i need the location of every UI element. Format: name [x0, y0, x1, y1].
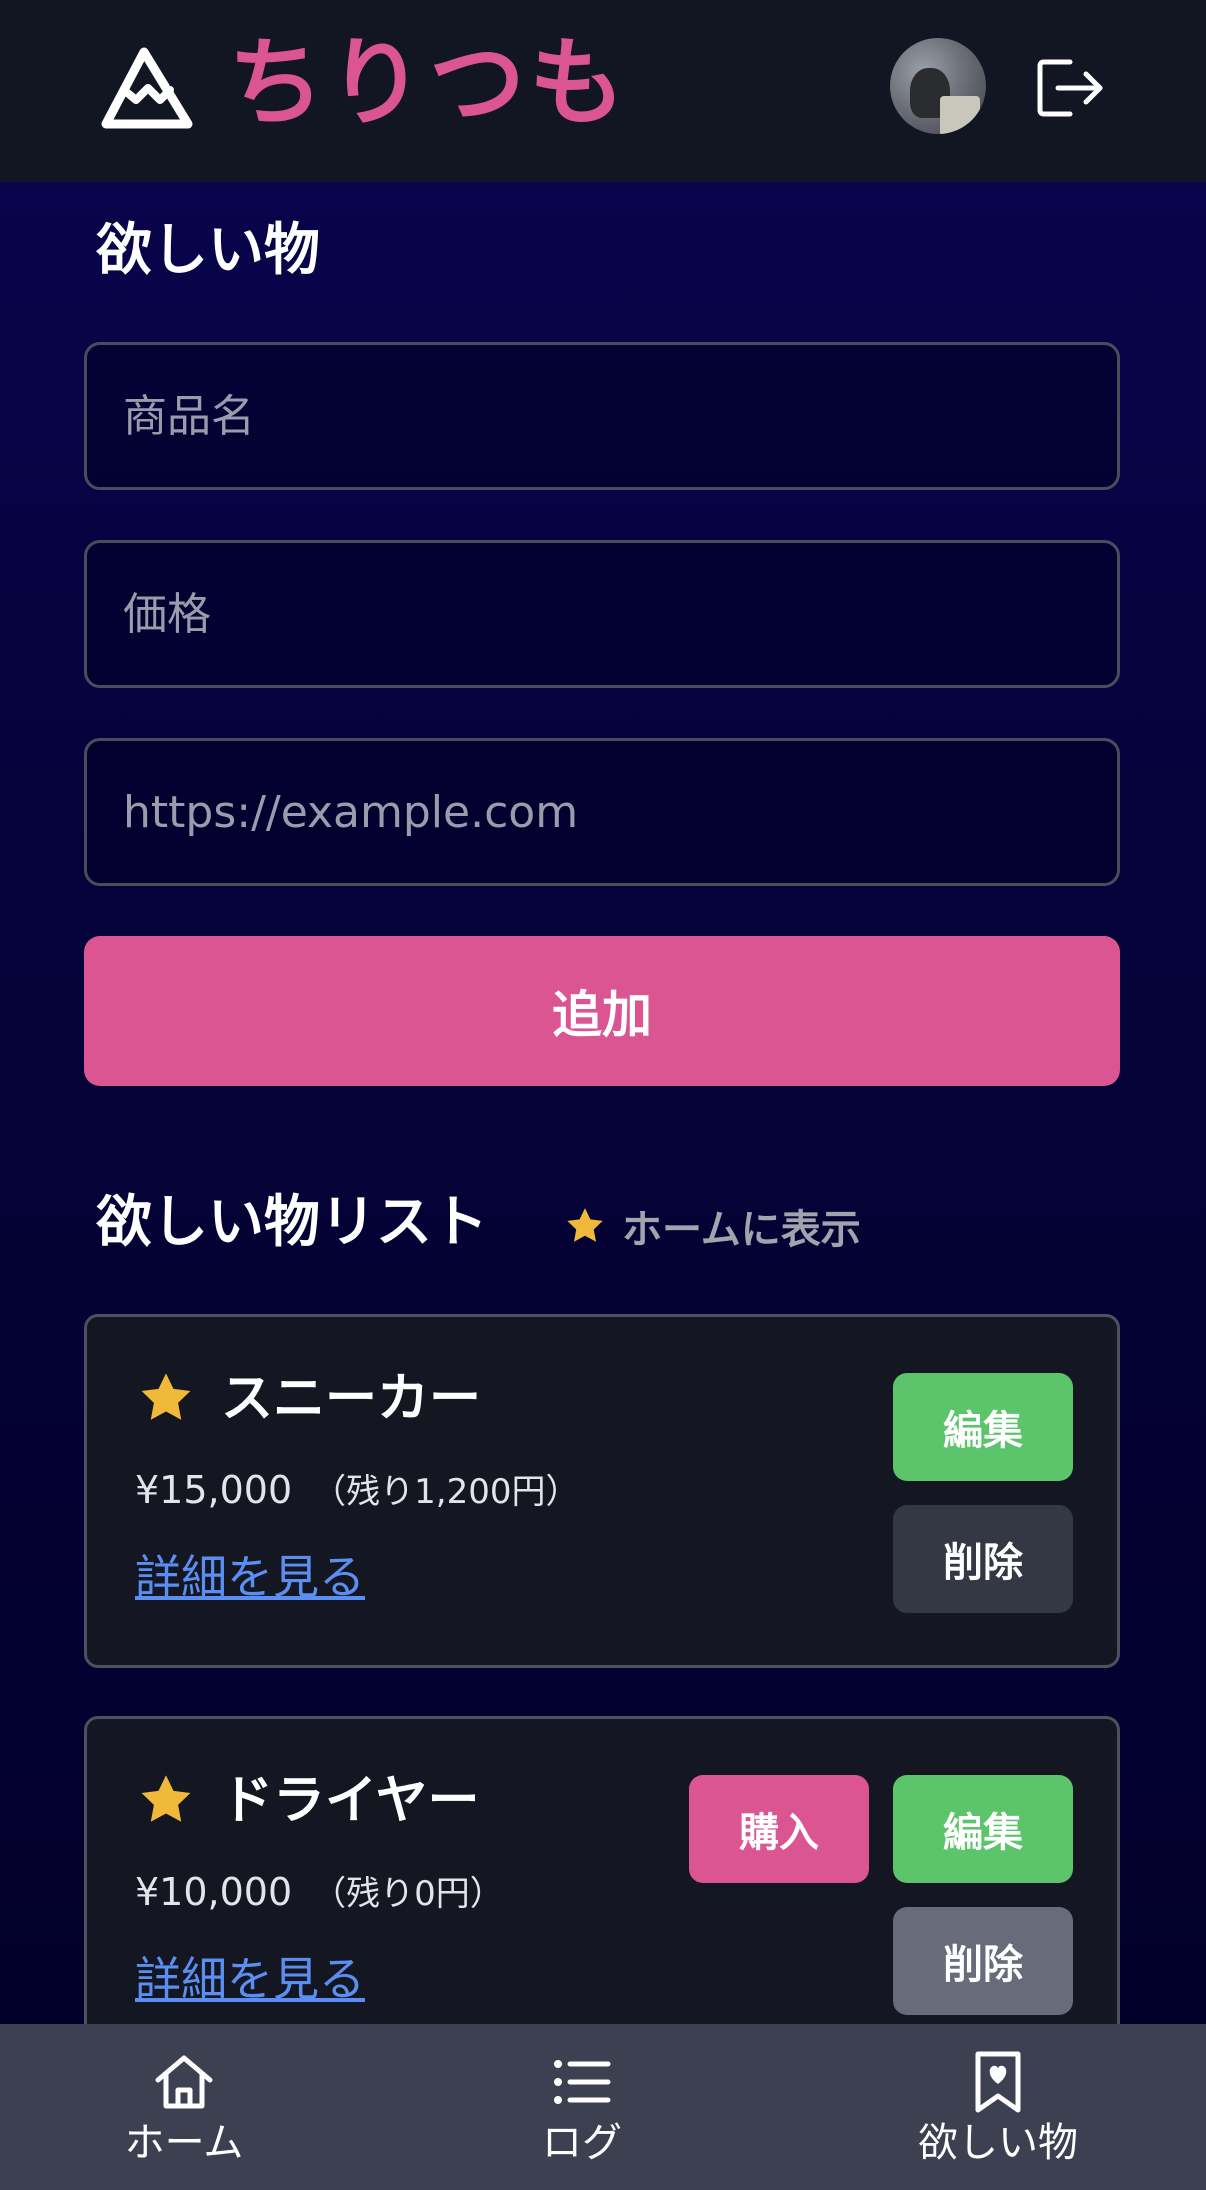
delete-button[interactable]: 削除 — [893, 1505, 1073, 1613]
nav-item-home[interactable]: ホーム — [84, 2024, 284, 2190]
item-name: ドライヤー — [221, 1771, 480, 1831]
details-link[interactable]: 詳細を見る — [135, 1947, 365, 2011]
add-button[interactable]: 追加 — [84, 936, 1120, 1086]
price-value: ¥10,000 — [135, 1870, 293, 1914]
logout-icon[interactable] — [1036, 56, 1106, 120]
nav-label-home: ホーム — [124, 2120, 244, 2166]
home-icon — [155, 2055, 213, 2109]
user-avatar[interactable] — [890, 38, 986, 134]
star-icon[interactable] — [137, 1369, 195, 1427]
nav-label-log: ログ — [542, 2120, 622, 2166]
product-name-input[interactable] — [84, 342, 1120, 490]
remaining-amount: （残り0円） — [312, 1874, 504, 1914]
list-icon — [554, 2060, 611, 2104]
wishlist-item: スニーカー ¥15,000 （残り1,200円） 詳細を見る 編集 削除 — [84, 1314, 1120, 1668]
bottom-nav: ホーム ログ 欲しい物 — [0, 2024, 1206, 2190]
wishlist-title: 欲しい物リスト — [96, 1190, 488, 1255]
edit-button[interactable]: 編集 — [893, 1775, 1073, 1883]
bookmark-heart-icon — [975, 2051, 1021, 2113]
item-name: スニーカー — [221, 1369, 482, 1429]
item-price: ¥10,000 （残り0円） — [135, 1867, 504, 1919]
home-display-hint: ホームに表示 — [564, 1196, 861, 1256]
item-price: ¥15,000 （残り1,200円） — [135, 1465, 579, 1517]
buy-button[interactable]: 購入 — [689, 1775, 869, 1883]
nav-item-wishlist[interactable]: 欲しい物 — [898, 2024, 1098, 2190]
hint-label: ホームに表示 — [622, 1207, 861, 1253]
url-input[interactable] — [84, 738, 1120, 886]
star-icon — [567, 1208, 603, 1242]
price-value: ¥15,000 — [135, 1468, 293, 1512]
nav-label-wishlist: 欲しい物 — [918, 2120, 1078, 2166]
app-title: ちりつも — [228, 27, 629, 139]
details-link[interactable]: 詳細を見る — [135, 1545, 365, 1609]
nav-item-log[interactable]: ログ — [482, 2024, 682, 2190]
delete-button[interactable]: 削除 — [893, 1907, 1073, 2015]
star-icon[interactable] — [137, 1771, 195, 1829]
app-header: ちりつも — [0, 0, 1206, 182]
mountain-icon — [101, 47, 193, 129]
edit-button[interactable]: 編集 — [893, 1373, 1073, 1481]
form-title: 欲しい物 — [96, 218, 320, 283]
price-input[interactable] — [84, 540, 1120, 688]
remaining-amount: （残り1,200円） — [312, 1472, 580, 1512]
